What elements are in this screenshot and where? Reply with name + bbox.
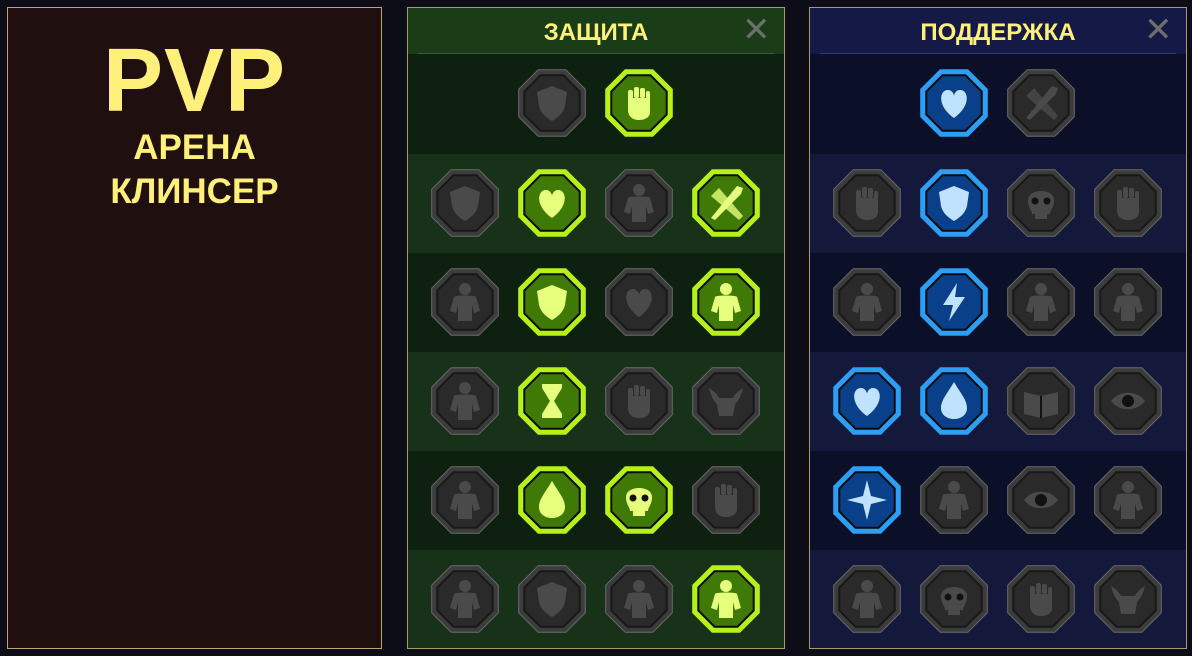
compass-star-icon[interactable] bbox=[830, 463, 904, 537]
hourglass-icon[interactable] bbox=[515, 364, 589, 438]
kicking-fighter-icon[interactable] bbox=[1091, 463, 1165, 537]
mastery-row-1 bbox=[408, 54, 784, 154]
support-panel-header: ПОДДЕРЖКА ✕ bbox=[810, 8, 1186, 54]
shadow-clone-icon[interactable] bbox=[1091, 265, 1165, 339]
chained-heart-icon[interactable] bbox=[830, 364, 904, 438]
hooded-hero-icon[interactable] bbox=[689, 265, 763, 339]
mastery-row-1 bbox=[810, 54, 1186, 154]
sparkle-figure-icon[interactable] bbox=[830, 265, 904, 339]
praying-hands-icon[interactable] bbox=[830, 166, 904, 240]
grabbing-hand-icon[interactable] bbox=[689, 463, 763, 537]
heart-plus-icon[interactable] bbox=[917, 66, 991, 140]
mastery-row-5 bbox=[408, 451, 784, 550]
knight-shield-icon[interactable] bbox=[515, 265, 589, 339]
support-mastery-panel: ПОДДЕРЖКА ✕ bbox=[809, 7, 1187, 649]
mastery-row-3 bbox=[408, 253, 784, 352]
stone-giant-icon[interactable] bbox=[602, 166, 676, 240]
bull-head-icon[interactable] bbox=[689, 364, 763, 438]
fireball-icon[interactable] bbox=[917, 364, 991, 438]
barrier-shield-icon[interactable] bbox=[917, 166, 991, 240]
warrior-bust-icon[interactable] bbox=[428, 562, 502, 636]
mastery-row-4 bbox=[810, 352, 1186, 451]
skull-sun-icon[interactable] bbox=[602, 463, 676, 537]
support-panel-title: ПОДДЕРЖКА bbox=[920, 19, 1076, 46]
running-boot-icon[interactable] bbox=[917, 463, 991, 537]
open-palm-icon[interactable] bbox=[602, 364, 676, 438]
crowd-cheer-icon[interactable] bbox=[428, 364, 502, 438]
triple-drops-icon[interactable] bbox=[515, 463, 589, 537]
mastery-row-3 bbox=[810, 253, 1186, 352]
armor-plates-icon[interactable] bbox=[515, 66, 589, 140]
crossed-blades-icon[interactable] bbox=[689, 166, 763, 240]
close-icon[interactable]: ✕ bbox=[1144, 13, 1173, 47]
heavy-strike-icon[interactable] bbox=[1004, 66, 1078, 140]
bearded-face-icon[interactable] bbox=[602, 562, 676, 636]
mastery-row-6 bbox=[408, 550, 784, 648]
chest-armor-icon[interactable] bbox=[428, 166, 502, 240]
lightning-bolt-icon[interactable] bbox=[917, 265, 991, 339]
mastery-row-6 bbox=[810, 550, 1186, 648]
cleanser-label: КЛИНСЕР bbox=[110, 172, 279, 211]
skull-bust-icon[interactable] bbox=[917, 562, 991, 636]
open-book-icon[interactable] bbox=[1004, 364, 1078, 438]
poison-flask-icon[interactable] bbox=[830, 562, 904, 636]
title-panel: PVP АРЕНА КЛИНСЕР bbox=[7, 7, 382, 649]
close-icon[interactable]: ✕ bbox=[742, 13, 771, 47]
defense-mastery-panel: ЗАЩИТА ✕ bbox=[407, 7, 785, 649]
cracked-ground-icon[interactable] bbox=[1004, 265, 1078, 339]
eagle-head-icon[interactable] bbox=[1091, 562, 1165, 636]
burning-skull-icon[interactable] bbox=[1004, 166, 1078, 240]
skull-heart-icon[interactable] bbox=[602, 265, 676, 339]
anatomical-heart-icon[interactable] bbox=[515, 166, 589, 240]
crushing-fist-icon[interactable] bbox=[1004, 562, 1078, 636]
arena-label: АРЕНА bbox=[133, 128, 256, 167]
winged-shield-icon[interactable] bbox=[515, 562, 589, 636]
pointing-hand-icon[interactable] bbox=[1091, 166, 1165, 240]
mastery-row-5 bbox=[810, 451, 1186, 550]
mastery-row-4 bbox=[408, 352, 784, 451]
mastery-row-2 bbox=[810, 154, 1186, 253]
mastery-row-2 bbox=[408, 154, 784, 253]
watching-eye-icon[interactable] bbox=[1004, 463, 1078, 537]
two-fighters-icon[interactable] bbox=[428, 265, 502, 339]
raised-fist-icon[interactable] bbox=[602, 66, 676, 140]
pvp-title: PVP bbox=[102, 31, 287, 131]
speed-runner-icon[interactable] bbox=[428, 463, 502, 537]
defense-panel-header: ЗАЩИТА ✕ bbox=[408, 8, 784, 54]
angry-eyes-icon[interactable] bbox=[1091, 364, 1165, 438]
flexing-strongman-icon[interactable] bbox=[689, 562, 763, 636]
defense-panel-title: ЗАЩИТА bbox=[543, 19, 649, 46]
